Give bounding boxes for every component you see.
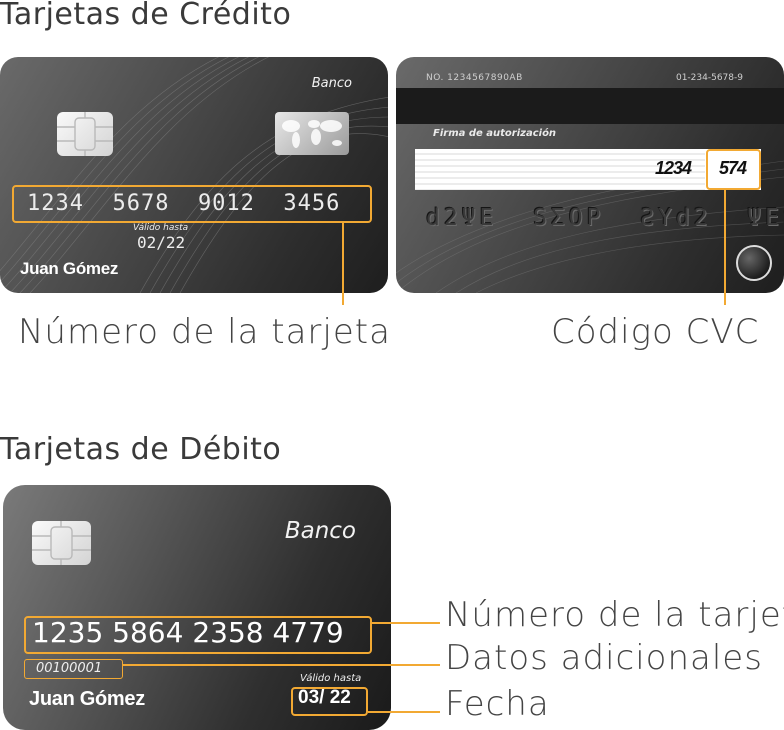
embossed-number: d2ΨE SΣOP ƧYd2 ΨESΣ (426, 205, 784, 231)
credit-heading: Tarjetas de Crédito (0, 0, 292, 32)
hologram-icon (736, 245, 772, 281)
signature-label: Firma de autorización (433, 128, 557, 139)
debit-callout-number: Número de la tarjeta (445, 595, 784, 635)
account-number: NO. 1234567890AB (426, 73, 523, 83)
debit-valid-label: Válido hasta (300, 673, 362, 684)
debit-extra-highlight (24, 659, 123, 679)
debit-extra-leader (123, 664, 440, 666)
card-wave-pattern (0, 57, 388, 293)
cvc-leader (724, 190, 726, 305)
credit-card-front: Banco 1234 5678 9012 3456 Válido hasta 0… (0, 57, 388, 293)
magnetic-stripe (396, 88, 784, 124)
callout-card-number: Número de la tarjeta (18, 312, 391, 352)
debit-number-highlight (24, 616, 372, 654)
debit-chip-icon (32, 521, 91, 565)
valid-date: 02/22 (137, 233, 186, 252)
bank-name: Banco (311, 76, 352, 91)
card-number-leader (342, 223, 344, 305)
valid-label: Válido hasta (133, 223, 189, 233)
debit-number-leader (372, 622, 440, 624)
debit-date-highlight (291, 687, 368, 716)
world-map-icon (275, 112, 349, 155)
debit-heading: Tarjetas de Débito (0, 432, 282, 467)
callout-cvc: Código CVC (551, 312, 760, 352)
card-number-highlight (12, 185, 372, 223)
debit-bank-name: Banco (284, 518, 356, 544)
debit-cardholder-name: Juan Gómez (29, 688, 145, 710)
phone-number: 01-234-5678-9 (675, 73, 743, 83)
debit-callout-extra: Datos adicionales (445, 638, 763, 678)
chip-icon (57, 112, 113, 156)
cardholder-name: Juan Gómez (20, 259, 119, 278)
debit-date-leader (368, 711, 440, 713)
signature-digits: 1234 (655, 158, 692, 178)
cvc-highlight (706, 149, 761, 190)
debit-callout-date: Fecha (445, 684, 550, 724)
